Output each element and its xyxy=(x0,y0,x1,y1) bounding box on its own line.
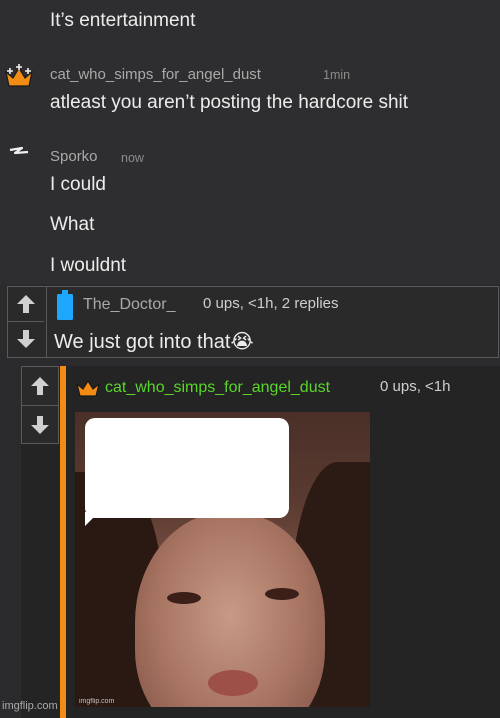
arrow-down-icon xyxy=(17,330,35,348)
chat-message-text: What xyxy=(50,214,95,235)
chat-timestamp: 1min xyxy=(323,68,351,82)
comment-text-body: We just got into that xyxy=(54,331,231,353)
battery-icon xyxy=(57,290,73,320)
reply-meta: 0 ups, <1h xyxy=(380,378,451,395)
comment-meta: 0 ups, <1h, 2 replies xyxy=(203,295,339,312)
upvote-button[interactable] xyxy=(22,367,58,405)
arrow-down-icon xyxy=(31,416,49,434)
comment: The_Doctor_ 0 ups, <1h, 2 replies We jus… xyxy=(7,286,499,358)
reply-username[interactable]: cat_who_simps_for_angel_dust xyxy=(105,379,330,397)
chat-message-text: I could xyxy=(50,174,106,195)
chat-message-text: I wouldnt xyxy=(50,255,127,276)
chat-timestamp: now xyxy=(121,151,144,165)
crown-icon xyxy=(4,64,34,90)
downvote-button[interactable] xyxy=(22,405,58,444)
downvote-button[interactable] xyxy=(8,321,44,356)
chat-message-text: It’s entertainment xyxy=(50,10,196,31)
image-watermark: imgflip.com xyxy=(79,698,115,705)
vote-column xyxy=(21,366,59,444)
chat-username[interactable]: cat_who_simps_for_angel_dust xyxy=(50,66,261,83)
reply-thread-bar xyxy=(60,366,66,718)
lightning-icon xyxy=(8,144,30,160)
crown-icon xyxy=(75,378,101,398)
chat-message-text: atleast you aren’t posting the hardcore … xyxy=(50,92,409,113)
upvote-button[interactable] xyxy=(8,287,44,321)
chat-username[interactable]: Sporko xyxy=(50,148,98,165)
comment-text: We just got into that😭 xyxy=(54,329,254,354)
reply-image[interactable]: imgflip.com xyxy=(75,412,370,707)
imgflip-watermark: imgflip.com xyxy=(2,700,58,712)
arrow-up-icon xyxy=(31,377,49,395)
comment-username[interactable]: The_Doctor_ xyxy=(83,296,176,314)
chat-thread xyxy=(0,0,500,284)
speech-bubble xyxy=(85,418,289,518)
crying-emoji: 😭 xyxy=(230,331,254,353)
vote-column xyxy=(8,287,47,357)
arrow-up-icon xyxy=(17,295,35,313)
